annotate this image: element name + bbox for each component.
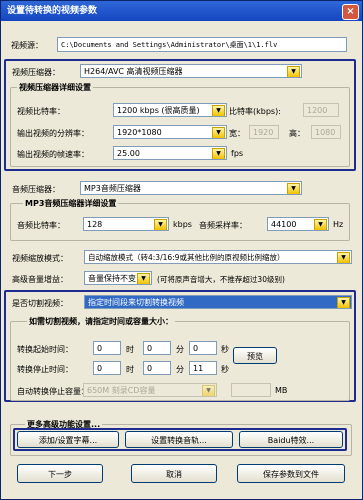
start-second-field[interactable]: 0 bbox=[189, 341, 217, 355]
scale-mode-value: 自动缩放模式（转4:3/16:9或其他比例的原视频比例缩放） bbox=[88, 253, 285, 262]
audio-bitrate-select[interactable]: 128 ▼ bbox=[83, 217, 169, 231]
set-audio-track-button[interactable]: 设置转换音轨... bbox=[125, 431, 233, 448]
close-button[interactable]: × bbox=[342, 4, 359, 20]
samplerate-unit: Hz bbox=[333, 220, 344, 229]
bitrate-custom-label: 比特率(kbps): bbox=[229, 107, 281, 116]
scale-mode-label: 视频缩放模式： bbox=[12, 254, 68, 263]
cut-detail-title: 如需切割视频，请指定时间或容量大小： bbox=[27, 316, 175, 327]
width-label: 宽： bbox=[229, 129, 245, 138]
stop-second-field[interactable]: 11 bbox=[189, 361, 217, 375]
dialog-window: 设置待转换的视频参数 × 视频源： C:\Documents and Setti… bbox=[0, 0, 363, 500]
start-hour-unit: 时 bbox=[126, 345, 134, 354]
source-label: 视频源： bbox=[11, 41, 43, 50]
audio-detail-title: MP3音频压缩器详细设置 bbox=[23, 198, 119, 209]
stop-size-unit: MB bbox=[275, 386, 288, 395]
save-params-button[interactable]: 保存参数到文件 bbox=[237, 464, 345, 483]
next-button[interactable]: 下一步 bbox=[17, 464, 103, 483]
chevron-down-icon[interactable]: ▼ bbox=[212, 148, 225, 159]
height-label: 高： bbox=[289, 129, 305, 138]
stop-minute-unit: 分 bbox=[176, 365, 184, 374]
chevron-down-icon[interactable]: ▼ bbox=[154, 219, 167, 230]
volume-gain-value: 音量保持不变 bbox=[88, 274, 136, 283]
samplerate-label: 音频采样率： bbox=[199, 221, 247, 230]
video-codec-select[interactable]: H264/AVC 高清视频压缩器 ▼ bbox=[80, 64, 302, 78]
fps-label: 输出视频的帧速率： bbox=[17, 150, 89, 159]
video-bitrate-select[interactable]: 1200 kbps (很高质量) ▼ bbox=[113, 103, 227, 117]
start-minute-unit: 分 bbox=[176, 345, 184, 354]
stop-minute-field[interactable]: 0 bbox=[143, 361, 171, 375]
stop-second-unit: 秒 bbox=[221, 365, 229, 374]
volume-hint: (可将原声音增大，不推荐超过30级别) bbox=[157, 275, 285, 284]
audio-codec-select[interactable]: MP3音频压缩器 ▼ bbox=[80, 181, 302, 195]
height-field[interactable]: 1080 bbox=[311, 125, 341, 139]
fps-unit: fps bbox=[231, 149, 244, 158]
chevron-down-icon[interactable]: ▼ bbox=[287, 66, 300, 77]
video-bitrate-value: 1200 kbps (很高质量) bbox=[117, 106, 200, 115]
stop-hour-field[interactable]: 0 bbox=[93, 361, 121, 375]
audio-bitrate-label: 音频比特率： bbox=[17, 221, 65, 230]
source-path-field[interactable]: C:\Documents and Settings\Administrator\… bbox=[57, 37, 347, 52]
stop-size-value: 650M 刻录CD容量 bbox=[87, 386, 156, 395]
video-detail-title: 视频压缩器详细设置 bbox=[17, 82, 93, 93]
chevron-down-icon[interactable]: ▼ bbox=[287, 183, 300, 194]
bitrate-custom-field[interactable]: 1200 bbox=[303, 103, 339, 117]
resolution-label: 输出视频的分辨率： bbox=[17, 129, 89, 138]
preview-button[interactable]: 预览 bbox=[233, 347, 277, 364]
cancel-button[interactable]: 取消 bbox=[131, 464, 217, 483]
cut-label: 是否切割视频： bbox=[12, 299, 68, 308]
cut-mode-select[interactable]: 指定时间段来切割转换视频 ▼ bbox=[84, 295, 352, 309]
chevron-down-icon[interactable]: ▼ bbox=[337, 297, 350, 308]
audio-bitrate-value: 128 bbox=[87, 220, 103, 229]
audio-codec-value: MP3音频压缩器 bbox=[84, 184, 141, 193]
chevron-down-icon[interactable]: ▼ bbox=[314, 219, 327, 230]
audio-codec-label: 音频压缩器： bbox=[12, 185, 60, 194]
window-title: 设置待转换的视频参数 bbox=[7, 6, 98, 16]
cut-mode-value: 指定时间段来切割转换视频 bbox=[88, 298, 184, 307]
width-field[interactable]: 1920 bbox=[249, 125, 279, 139]
special-effect-button[interactable]: Baidu特效... bbox=[239, 431, 343, 448]
stop-size-label: 自动转换停止容量： bbox=[17, 387, 89, 396]
scale-mode-select[interactable]: 自动缩放模式（转4:3/16:9或其他比例的原视频比例缩放） ▼ bbox=[84, 250, 352, 264]
audio-bitrate-unit: kbps bbox=[173, 220, 192, 229]
samplerate-select[interactable]: 44100 ▼ bbox=[267, 217, 329, 231]
fps-value: 25.00 bbox=[117, 149, 140, 158]
chevron-down-icon[interactable]: ▼ bbox=[137, 273, 150, 284]
add-subtitle-button[interactable]: 添加/设置字幕... bbox=[17, 431, 119, 448]
resolution-value: 1920*1080 bbox=[117, 128, 162, 137]
start-minute-field[interactable]: 0 bbox=[143, 341, 171, 355]
title-bar[interactable]: 设置待转换的视频参数 × bbox=[1, 1, 362, 21]
stop-size-field[interactable] bbox=[231, 383, 271, 397]
volume-gain-select[interactable]: 音量保持不变 ▼ bbox=[84, 271, 152, 285]
volume-gain-label: 高级音量增益： bbox=[12, 275, 68, 284]
chevron-down-icon[interactable]: ▼ bbox=[337, 252, 350, 263]
stop-size-select[interactable]: 650M 刻录CD容量 ▼ bbox=[83, 383, 217, 397]
resolution-select[interactable]: 1920*1080 ▼ bbox=[113, 125, 227, 139]
chevron-down-icon[interactable]: ▼ bbox=[202, 385, 215, 396]
samplerate-value: 44100 bbox=[271, 220, 297, 229]
video-codec-value: H264/AVC 高清视频压缩器 bbox=[84, 67, 183, 76]
chevron-down-icon[interactable]: ▼ bbox=[212, 127, 225, 138]
start-second-unit: 秒 bbox=[221, 345, 229, 354]
stop-hour-unit: 时 bbox=[126, 365, 134, 374]
fps-select[interactable]: 25.00 ▼ bbox=[113, 146, 227, 160]
start-time-label: 转换起始时间： bbox=[17, 345, 73, 354]
stop-time-label: 转换停止时间： bbox=[17, 365, 73, 374]
video-bitrate-label: 视频比特率： bbox=[17, 107, 65, 116]
video-codec-label: 视频压缩器： bbox=[12, 68, 60, 77]
chevron-down-icon[interactable]: ▼ bbox=[212, 105, 225, 116]
start-hour-field[interactable]: 0 bbox=[93, 341, 121, 355]
